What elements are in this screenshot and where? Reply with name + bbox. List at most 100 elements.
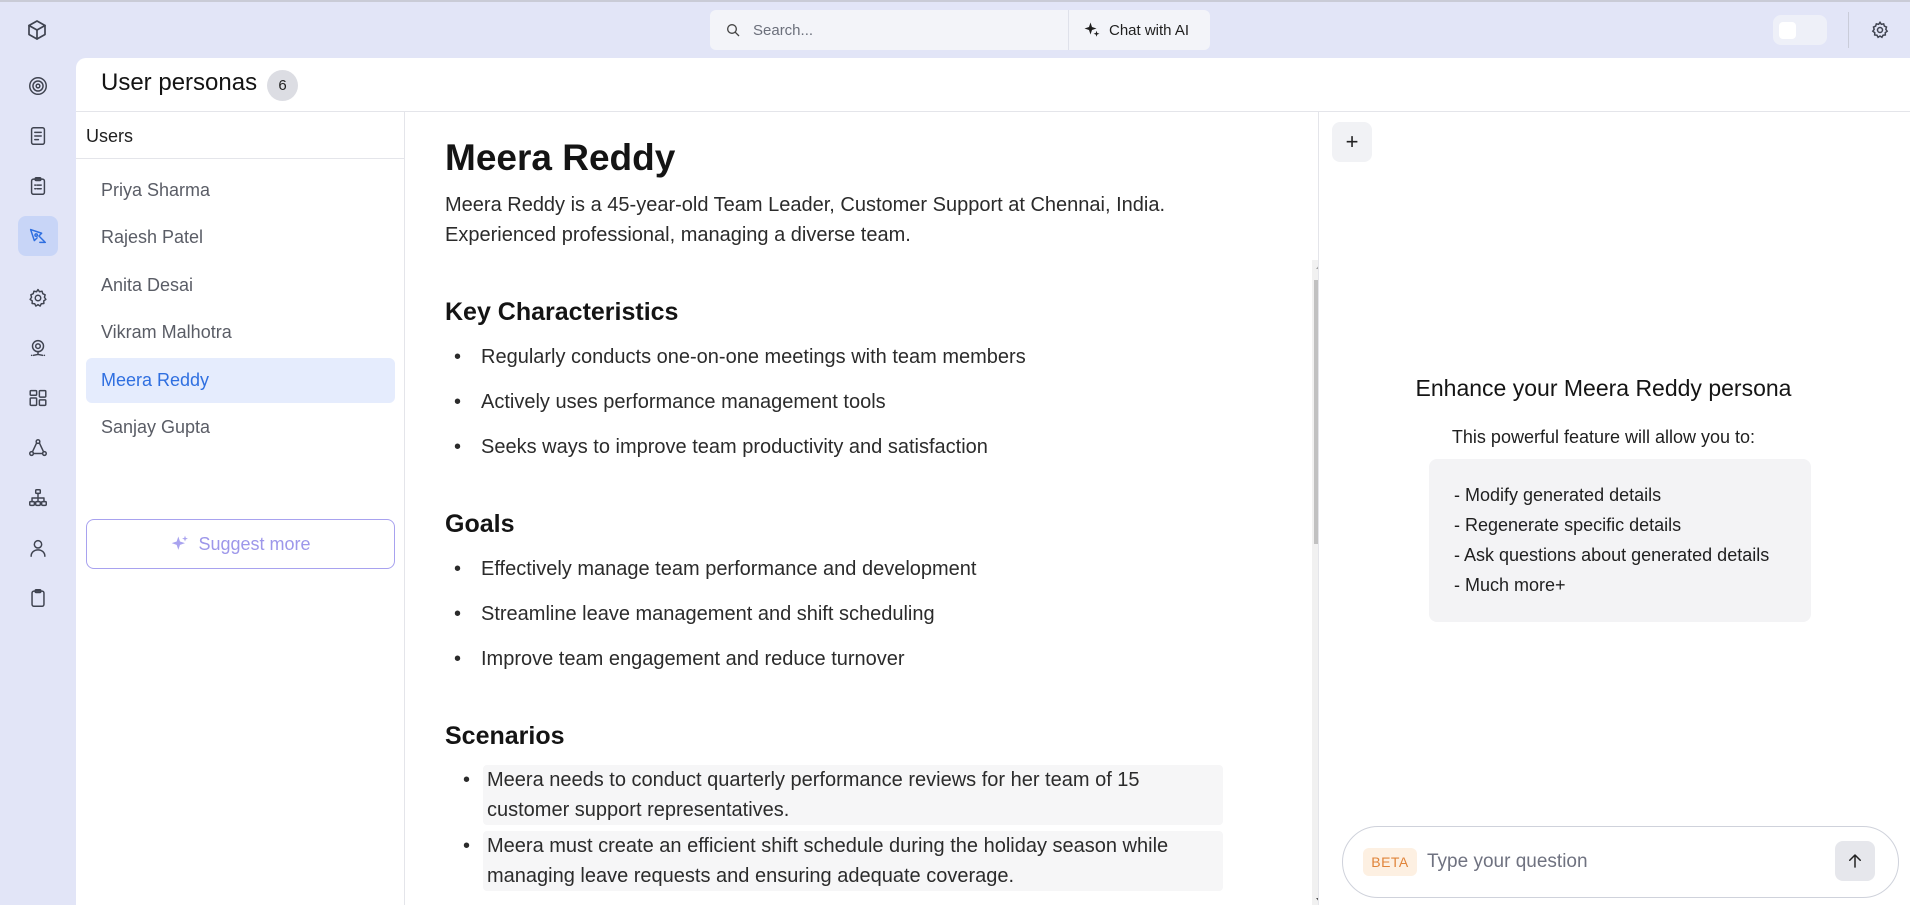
scenario-item: • Meera must create an efficient shift sc… <box>463 831 1223 891</box>
goals-heading: Goals <box>445 510 515 538</box>
document-list-icon <box>30 127 46 145</box>
nav-integrations[interactable] <box>18 328 58 368</box>
feature-item: - Much more+ <box>1454 575 1566 595</box>
characteristic-text: Seeks ways to improve team productivity … <box>481 436 988 458</box>
sparkle-icon <box>172 535 189 550</box>
users-column: Users Priya Sharma Rajesh Patel Anita De… <box>76 112 405 905</box>
cube-icon <box>28 20 46 40</box>
search-placeholder: Search... <box>753 21 814 39</box>
characteristic-text: Actively uses performance management too… <box>481 391 886 413</box>
add-button[interactable]: + <box>1332 122 1372 162</box>
user-list-item[interactable]: Priya Sharma <box>86 168 395 213</box>
enhance-title: Enhance your Meera Reddy persona <box>1415 375 1792 401</box>
sparkle-icon <box>1084 22 1100 37</box>
suggest-more-button[interactable]: Suggest more <box>86 519 395 569</box>
nav-dashboard[interactable] <box>18 378 58 418</box>
nav-personas[interactable] <box>18 216 58 256</box>
search-input[interactable]: Search... <box>710 10 1069 50</box>
toggle-knob <box>1779 22 1796 39</box>
feature-item: - Regenerate specific details <box>1454 515 1682 535</box>
bullet-dot: • <box>454 648 462 670</box>
gear-icon <box>1871 20 1889 39</box>
nav-flows[interactable] <box>18 428 58 468</box>
goal-item: • Effectively manage team performance and… <box>445 554 1225 584</box>
nav-settings[interactable] <box>18 278 58 318</box>
user-list-item-selected[interactable]: Meera Reddy <box>86 358 395 403</box>
flow-cycle-icon <box>29 439 47 457</box>
bullet-dot: • <box>454 391 462 413</box>
characteristic-item: • Regularly conducts one-on-one meetings … <box>445 342 1225 372</box>
beta-badge: BETA <box>1363 848 1417 876</box>
bullet-dot: • <box>463 769 471 791</box>
settings-network-icon <box>30 339 46 357</box>
persona-name: Meera Reddy <box>445 137 676 178</box>
design-pen-icon <box>29 228 47 244</box>
feature-list-box: - Modify generated details - Regenerate … <box>1429 459 1811 622</box>
scrollbar-thumb[interactable] <box>1314 280 1318 544</box>
nav-documents[interactable] <box>18 116 58 156</box>
user-list-item[interactable]: Rajesh Patel <box>86 215 395 260</box>
main-panel: User personas 6 Users Priya Sharma Rajes… <box>76 58 1910 905</box>
characteristic-item: • Actively uses performance management to… <box>445 387 1225 417</box>
chat-with-ai-label: Chat with AI <box>1109 21 1190 39</box>
page-title: User personas <box>101 69 258 96</box>
bullet-dot: • <box>454 346 462 368</box>
persona-summary: Meera Reddy is a 45-year-old Team Leader… <box>445 194 1166 246</box>
app-logo[interactable] <box>20 13 54 47</box>
persona-content: Meera Reddy Meera Reddy is a 45-year-old… <box>406 112 1319 905</box>
goal-text: Streamline leave management and shift sc… <box>481 603 935 625</box>
settings-button[interactable] <box>1864 14 1896 46</box>
enhance-panel: + Enhance your Meera Reddy persona This … <box>1320 112 1910 905</box>
theme-toggle[interactable] <box>1773 15 1827 45</box>
bullet-dot: • <box>454 603 462 625</box>
goal-text: Effectively manage team performance and … <box>481 558 977 580</box>
suggest-more-label: Suggest more <box>198 533 311 554</box>
ask-question-box: BETA <box>1342 826 1899 898</box>
feature-item: - Modify generated details <box>1454 485 1662 505</box>
top-divider <box>1848 12 1849 48</box>
user-list-item[interactable]: Sanjay Gupta <box>86 405 395 450</box>
bullet-dot: • <box>454 436 462 458</box>
characteristic-item: • Seeks ways to improve team productivity… <box>445 432 1225 462</box>
content-scrollbar[interactable] <box>1312 260 1318 905</box>
characteristics-heading: Key Characteristics <box>445 298 679 326</box>
user-list-item[interactable]: Anita Desai <box>86 263 395 308</box>
enhance-subtitle: This powerful feature will allow you to: <box>1451 427 1756 447</box>
target-icon <box>29 77 47 95</box>
chat-with-ai-button[interactable]: Chat with AI <box>1069 21 1210 39</box>
scenario-text: Meera must create an efficient shift sch… <box>483 831 1223 891</box>
left-nav-rail <box>0 0 76 905</box>
clipboard-list-icon <box>30 177 46 195</box>
scroll-down-arrow[interactable] <box>1316 898 1318 903</box>
nav-target[interactable] <box>18 66 58 106</box>
scroll-up-arrow[interactable] <box>1316 264 1318 269</box>
dashboard-grid-icon <box>29 389 47 407</box>
goal-item: • Streamline leave management and shift s… <box>445 599 1225 629</box>
user-list-item[interactable]: Vikram Malhotra <box>86 310 395 355</box>
scenario-item: • Meera needs to conduct quarterly perfor… <box>463 765 1223 825</box>
sitemap-icon <box>29 489 47 507</box>
search-icon <box>727 24 740 37</box>
persona-count-badge: 6 <box>267 70 298 101</box>
global-search-bar: Search... Chat with AI <box>710 10 1210 50</box>
page-header: User personas 6 <box>76 58 1910 112</box>
top-border <box>0 0 1910 2</box>
send-button[interactable] <box>1835 841 1875 881</box>
question-input[interactable] <box>1427 845 1807 879</box>
scenario-text: Meera needs to conduct quarterly perform… <box>483 765 1223 825</box>
bullet-dot: • <box>454 558 462 580</box>
nav-tasks[interactable] <box>18 166 58 206</box>
characteristic-text: Regularly conducts one-on-one meetings w… <box>481 346 1026 368</box>
bullet-dot: • <box>463 835 471 857</box>
feature-item: - Ask questions about generated details <box>1454 545 1770 565</box>
goal-text: Improve team engagement and reduce turno… <box>481 648 905 670</box>
users-heading: Users <box>76 112 404 159</box>
gear-icon <box>29 288 47 307</box>
nav-users[interactable] <box>18 528 58 568</box>
goal-item: • Improve team engagement and reduce turn… <box>445 644 1225 674</box>
nav-clipboard[interactable] <box>18 578 58 618</box>
user-icon <box>30 539 46 557</box>
scenarios-heading: Scenarios <box>445 722 565 750</box>
nav-sitemap[interactable] <box>18 478 58 518</box>
clipboard-icon <box>31 589 45 607</box>
